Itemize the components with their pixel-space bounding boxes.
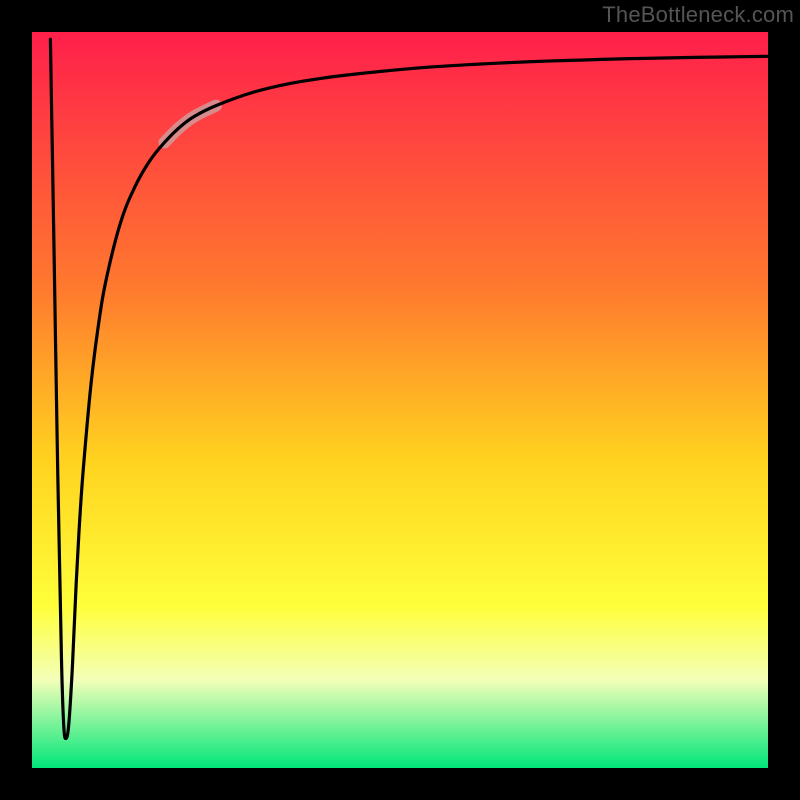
bottleneck-chart: [32, 32, 768, 768]
chart-frame: TheBottleneck.com: [0, 0, 800, 800]
gradient-background: [32, 32, 768, 768]
plot-area: [32, 32, 768, 768]
watermark-text: TheBottleneck.com: [602, 2, 794, 28]
